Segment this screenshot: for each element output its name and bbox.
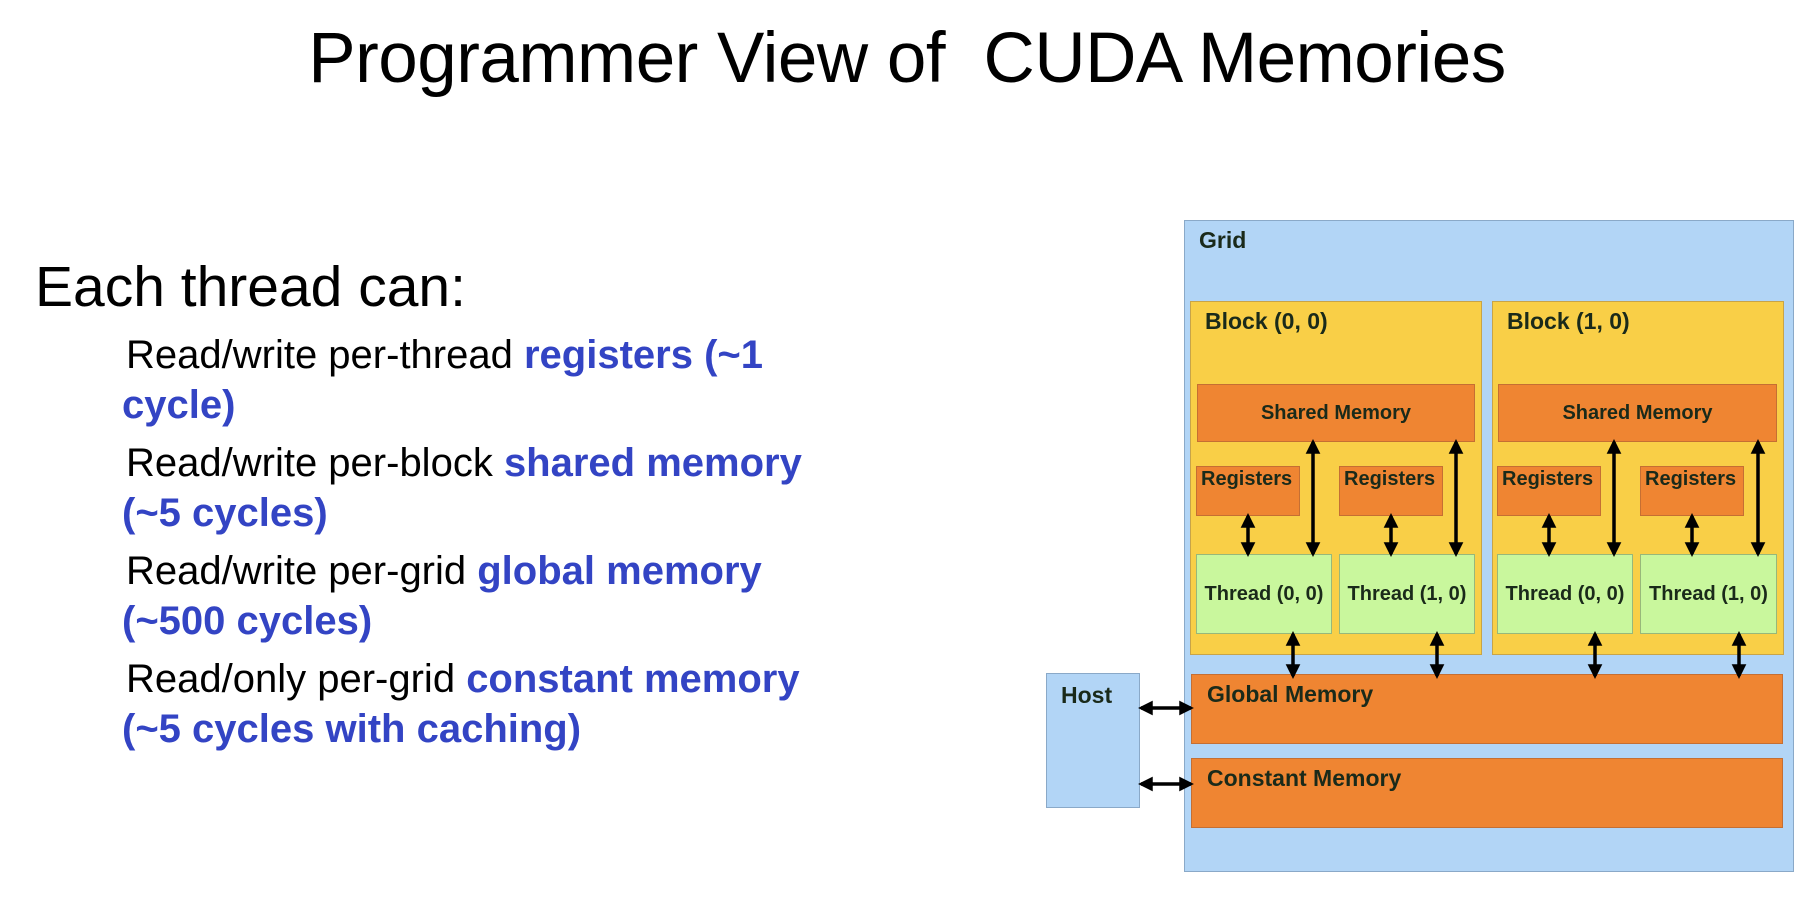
thread-label: Thread (1, 0) — [1649, 582, 1768, 605]
bullet-continuation: (~5 cycles with caching) — [122, 707, 582, 751]
thread-label: Thread (0, 0) — [1505, 582, 1625, 605]
bullet-highlight: constant memory — [466, 657, 800, 701]
bullet-highlight: global memory — [477, 549, 762, 593]
block-label: Block (1, 0) — [1507, 308, 1630, 334]
constant-memory-label: Constant Memory — [1207, 765, 1402, 791]
slide-title: Programmer View of CUDA Memories — [308, 19, 1506, 98]
block-label: Block (0, 0) — [1205, 308, 1328, 334]
shared-memory-label: Shared Memory — [1260, 401, 1412, 424]
thread-b0-t1: Thread (1, 0) — [1339, 554, 1475, 634]
registers-label: Registers — [1201, 468, 1293, 490]
bullet-shared-memory: Read/write per-block shared memory (~5 c… — [122, 438, 886, 538]
shared-memory-block-0: Shared Memory — [1197, 384, 1475, 442]
global-memory-box: Global Memory — [1191, 674, 1783, 744]
bullet-continuation: cycle) — [122, 383, 236, 427]
bullet-lead: Read/write per-grid — [126, 549, 478, 593]
registers-b1-t1: Registers — [1640, 466, 1744, 516]
shared-memory-label: Shared Memory — [1562, 401, 1713, 424]
thread-b1-t1: Thread (1, 0) — [1640, 554, 1777, 634]
bullet-lead: Read/write per-block — [126, 441, 504, 485]
host-label: Host — [1061, 682, 1113, 708]
shared-memory-block-1: Shared Memory — [1498, 384, 1777, 442]
registers-label: Registers — [1344, 468, 1436, 490]
registers-b0-t1: Registers — [1339, 466, 1443, 516]
host-box: Host — [1046, 673, 1140, 808]
grid-label: Grid — [1199, 227, 1247, 253]
thread-b1-t0: Thread (0, 0) — [1497, 554, 1633, 634]
bullet-lead: Read/write per-thread — [126, 333, 524, 377]
thread-label: Thread (0, 0) — [1204, 582, 1324, 605]
constant-memory-box: Constant Memory — [1191, 758, 1783, 828]
registers-label: Registers — [1645, 468, 1737, 490]
thread-b0-t0: Thread (0, 0) — [1196, 554, 1332, 634]
bullet-global-memory: Read/write per-grid global memory (~500 … — [122, 546, 886, 646]
registers-b0-t0: Registers — [1196, 466, 1300, 516]
registers-b1-t0: Registers — [1497, 466, 1601, 516]
global-memory-label: Global Memory — [1207, 681, 1374, 707]
bullet-continuation: (~500 cycles) — [122, 599, 373, 643]
bullet-highlight: shared memory — [503, 441, 802, 485]
registers-label: Registers — [1502, 468, 1594, 490]
bullet-list: Read/write per-thread registers (~1 cycl… — [122, 330, 886, 762]
bullet-registers: Read/write per-thread registers (~1 cycl… — [122, 330, 886, 430]
thread-label: Thread (1, 0) — [1347, 582, 1467, 605]
bullet-lead: Read/only per-grid — [126, 657, 467, 701]
bullet-continuation: (~5 cycles) — [122, 491, 328, 535]
bullet-constant-memory: Read/only per-grid constant memory (~5 c… — [122, 654, 886, 754]
section-heading: Each thread can: — [35, 255, 466, 319]
bullet-highlight: registers (~1 — [523, 333, 763, 377]
